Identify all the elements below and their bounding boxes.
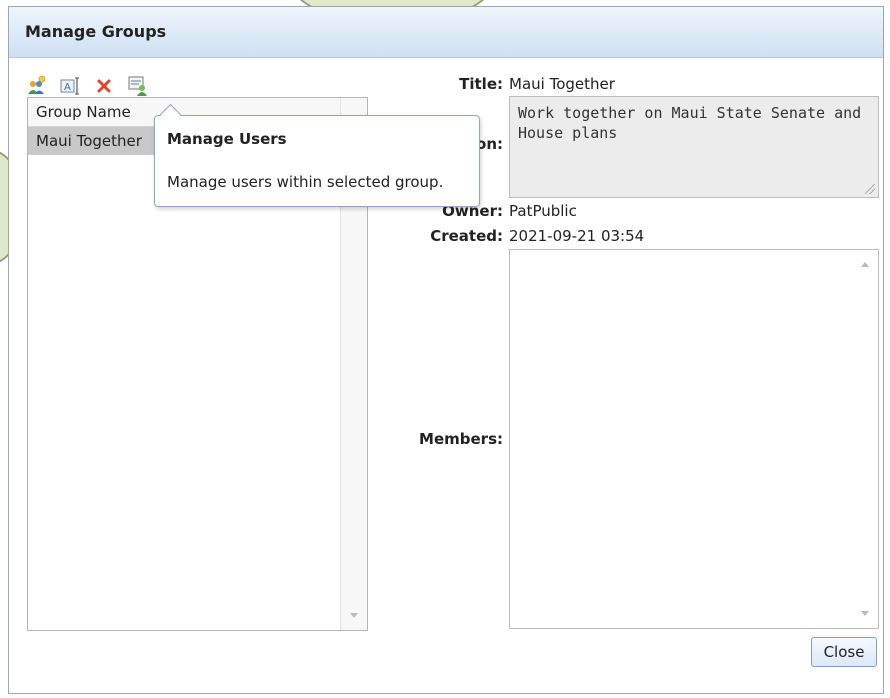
tooltip-title: Manage Users [167, 130, 287, 148]
svg-text:A: A [64, 82, 71, 93]
delete-icon [97, 79, 111, 93]
column-header-label: Group Name [36, 103, 131, 121]
add-group-button[interactable] [25, 75, 47, 97]
rename-group-button[interactable]: A [59, 75, 81, 97]
manage-users-icon [128, 76, 147, 96]
dialog-title: Manage Groups [25, 22, 167, 41]
title-label: Title: [459, 75, 503, 93]
scroll-down-arrow-icon[interactable] [861, 611, 869, 616]
rename-icon: A [60, 77, 79, 95]
description-text: Work together on Maui State Senate and H… [518, 104, 862, 142]
delete-group-button[interactable] [93, 75, 115, 97]
description-textarea[interactable]: Work together on Maui State Senate and H… [509, 96, 879, 198]
created-value: 2021-09-21 03:54 [509, 227, 645, 245]
owner-value: PatPublic [509, 202, 577, 220]
members-scrollbar[interactable] [852, 250, 878, 628]
members-label: Members: [419, 430, 503, 448]
dialog-titlebar: Manage Groups [9, 7, 883, 58]
title-value: Maui Together [509, 75, 615, 93]
created-label: Created: [430, 227, 503, 245]
group-row-label: Maui Together [36, 132, 142, 150]
scroll-up-arrow-icon[interactable] [861, 262, 869, 267]
resize-handle-icon[interactable] [865, 184, 875, 194]
manage-users-button[interactable] [127, 75, 149, 97]
manage-users-tooltip: Manage Users Manage users within selecte… [154, 103, 480, 207]
members-list[interactable] [509, 249, 879, 629]
manage-groups-dialog: Manage Groups A Group Name Maui Together… [8, 6, 884, 694]
close-button[interactable]: Close [811, 637, 877, 667]
scroll-down-arrow-icon[interactable] [350, 613, 358, 618]
add-group-icon [28, 75, 46, 94]
tooltip-body: Manage users within selected group. [167, 173, 444, 191]
